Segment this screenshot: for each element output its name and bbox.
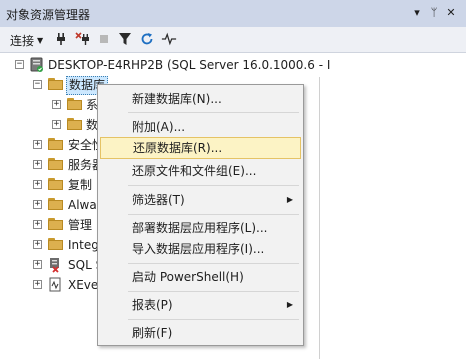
connect-dropdown-button[interactable]: 连接 ▼ (10, 32, 43, 49)
folder-icon (48, 78, 63, 90)
tree-node-label: XEve (68, 278, 99, 292)
tree-node-label: 管理 (68, 218, 93, 232)
toolbar: 连接 ▼ (0, 27, 466, 53)
menu-separator (128, 263, 299, 264)
menu-item-label: 筛选器(T) (132, 193, 185, 207)
expand-icon[interactable]: + (33, 240, 42, 249)
menu-item-attach[interactable]: 附加(A)... (100, 116, 301, 138)
background-pane (320, 77, 466, 359)
menu-item-new-database[interactable]: 新建数据库(N)... (100, 88, 301, 110)
menu-item-label: 新建数据库(N)... (132, 92, 222, 106)
expand-icon[interactable]: + (52, 120, 61, 129)
menu-item-label: 部署数据层应用程序(L)... (132, 221, 268, 235)
panel-titlebar: 对象资源管理器 ▾ ᛘ ✕ (0, 0, 466, 27)
sql-agent-icon (48, 257, 62, 279)
server-label: DESKTOP-E4RHP2B (SQL Server 16.0.1000.6 … (48, 58, 331, 72)
window-position-dropdown-icon[interactable]: ▾ (410, 5, 424, 21)
menu-separator (128, 185, 299, 186)
connect-plug-icon[interactable] (53, 31, 69, 47)
folder-icon (67, 98, 82, 110)
close-icon[interactable]: ✕ (444, 5, 458, 21)
expand-icon[interactable]: + (33, 160, 42, 169)
menu-separator (128, 214, 299, 215)
menu-item-label: 还原文件和文件组(E)... (132, 164, 257, 178)
connect-label: 连接 (10, 34, 35, 48)
menu-item-label: 报表(P) (132, 298, 173, 312)
submenu-arrow-icon: ▶ (286, 300, 293, 309)
menu-item-label: 刷新(F) (132, 326, 173, 340)
menu-item-restore-files[interactable]: 还原文件和文件组(E)... (100, 160, 301, 182)
refresh-icon[interactable] (139, 31, 155, 47)
expand-icon[interactable]: + (33, 280, 42, 289)
expand-icon[interactable]: + (33, 140, 42, 149)
menu-separator (128, 112, 299, 113)
menu-item-filter[interactable]: 筛选器(T) ▶ (100, 189, 301, 211)
folder-icon (48, 158, 63, 170)
menu-item-reports[interactable]: 报表(P) ▶ (100, 294, 301, 316)
menu-item-label: 导入数据层应用程序(I)... (132, 242, 265, 256)
folder-icon (48, 238, 63, 250)
folder-icon (67, 118, 82, 130)
activity-monitor-icon[interactable] (161, 31, 177, 47)
tree-node-label: Integ (68, 238, 99, 252)
folder-icon (48, 218, 63, 230)
menu-item-deploy-data-tier[interactable]: 部署数据层应用程序(L)... (100, 217, 301, 239)
xevent-icon (48, 277, 62, 299)
server-icon (30, 57, 44, 79)
expand-icon[interactable]: + (33, 200, 42, 209)
filter-icon[interactable] (117, 31, 133, 47)
expand-icon[interactable]: + (33, 220, 42, 229)
menu-item-import-data-tier[interactable]: 导入数据层应用程序(I)... (100, 238, 301, 260)
auto-hide-pin-icon[interactable]: ᛘ (427, 5, 441, 21)
folder-icon (48, 178, 63, 190)
panel-title: 对象资源管理器 (6, 8, 91, 22)
menu-separator (128, 319, 299, 320)
folder-icon (48, 138, 63, 150)
context-menu: 新建数据库(N)... 附加(A)... 还原数据库(R)... 还原文件和文件… (97, 84, 304, 346)
tree-node-label: 复制 (68, 178, 93, 192)
menu-item-label: 启动 PowerShell(H) (132, 270, 244, 284)
submenu-arrow-icon: ▶ (286, 195, 293, 204)
chevron-down-icon: ▼ (37, 36, 44, 45)
menu-item-start-powershell[interactable]: 启动 PowerShell(H) (100, 266, 301, 288)
menu-separator (128, 291, 299, 292)
expand-icon[interactable]: + (52, 100, 61, 109)
menu-item-label: 还原数据库(R)... (133, 141, 223, 155)
menu-item-label: 附加(A)... (132, 120, 186, 134)
collapse-icon[interactable]: − (15, 60, 24, 69)
expand-icon[interactable]: + (33, 180, 42, 189)
disconnect-icon[interactable] (75, 31, 91, 47)
folder-icon (48, 198, 63, 210)
stop-icon[interactable] (96, 31, 112, 47)
menu-item-restore-database[interactable]: 还原数据库(R)... (100, 137, 301, 159)
menu-item-refresh[interactable]: 刷新(F) (100, 322, 301, 344)
collapse-icon[interactable]: − (33, 80, 42, 89)
expand-icon[interactable]: + (33, 260, 42, 269)
